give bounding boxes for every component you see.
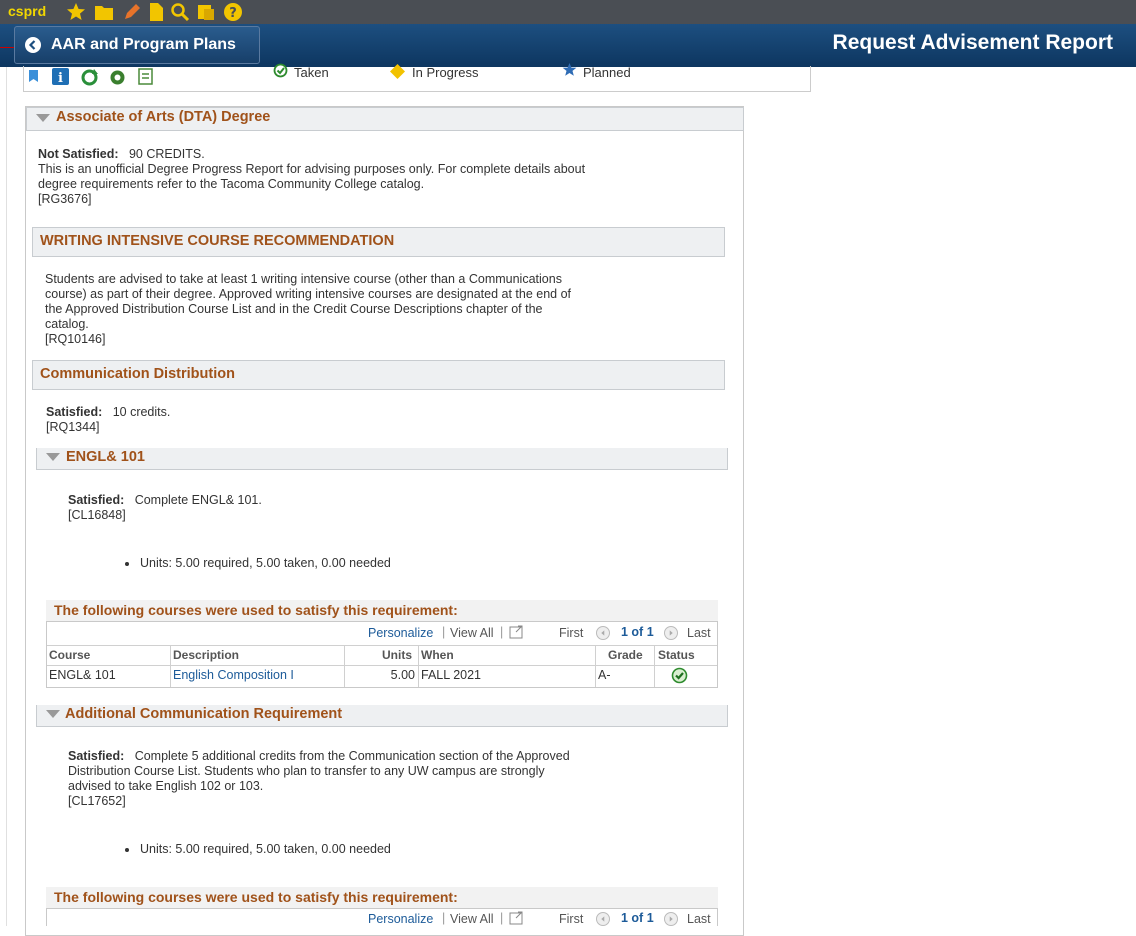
bookmark-icon[interactable] (25, 68, 43, 86)
gear-icon[interactable] (108, 68, 127, 87)
left-border (6, 67, 7, 926)
col-units[interactable]: Units (382, 648, 412, 662)
app-name: csprd (8, 3, 47, 19)
engl-status: Satisfied: Complete ENGL& 101. (68, 493, 262, 508)
star-icon[interactable] (66, 2, 86, 22)
addl-title: Additional Communication Requirement (65, 706, 343, 722)
comm-status-label: Satisfied: (46, 405, 103, 419)
back-button[interactable]: AAR and Program Plans (14, 26, 260, 64)
personalize-link[interactable]: Personalize (368, 912, 433, 926)
svg-text:?: ? (229, 6, 237, 21)
legend-planned: Planned (583, 65, 631, 80)
divider (0, 47, 14, 48)
addl-status-label: Satisfied: (68, 749, 125, 763)
prev-page-icon[interactable] (596, 626, 610, 640)
writing-line2: course) as part of their degree. Approve… (45, 287, 572, 301)
grid1-title: The following courses were used to satis… (54, 602, 458, 618)
in-progress-icon (390, 64, 405, 79)
separator: | (442, 911, 446, 925)
grid2-title: The following courses were used to satis… (54, 889, 458, 905)
writing-line3: the Approved Distribution Course List an… (45, 302, 543, 316)
degree-desc-line1: This is an unofficial Degree Progress Re… (38, 162, 586, 176)
addl-line2: Distribution Course List. Students who p… (68, 764, 545, 778)
addl-line3: advised to take English 102 or 103. (68, 779, 264, 793)
taken-icon (273, 63, 288, 78)
col-description[interactable]: Description (173, 648, 239, 662)
col-grade[interactable]: Grade (608, 648, 643, 662)
writing-code: [RQ10146] (45, 332, 106, 346)
engl-status-value: Complete ENGL& 101. (134, 493, 262, 507)
zoom-grid-icon[interactable] (509, 625, 525, 640)
page-indicator: 1 of 1 (621, 911, 654, 925)
separator: | (442, 625, 446, 639)
refresh-icon[interactable] (80, 68, 99, 87)
engl-code: [CL16848] (68, 508, 126, 522)
degree-desc-line2: degree requirements refer to the Tacoma … (38, 177, 425, 191)
view-all-link[interactable]: View All (450, 626, 494, 640)
table-row: ENGL& 101 English Composition I 5.00 FAL… (47, 665, 717, 687)
comm-status: Satisfied: 10 credits. (46, 405, 170, 420)
first-link[interactable]: First (559, 912, 583, 926)
document-icon[interactable] (146, 2, 166, 22)
prev-page-icon[interactable] (596, 912, 610, 926)
writing-title: WRITING INTENSIVE COURSE RECOMMENDATION (40, 233, 395, 249)
pencil-icon[interactable] (122, 2, 142, 22)
engl-status-label: Satisfied: (68, 493, 125, 507)
last-link[interactable]: Last (687, 912, 711, 926)
svg-text:i: i (58, 71, 63, 86)
cell-when: FALL 2021 (421, 668, 482, 682)
zoom-grid-icon[interactable] (509, 911, 525, 926)
degree-status: Not Satisfied: 90 CREDITS. (38, 147, 205, 162)
legend-taken: Taken (294, 65, 329, 80)
cell-grade: A- (598, 668, 611, 682)
cell-description-link[interactable]: English Composition I (173, 668, 294, 682)
bullet (125, 848, 129, 852)
next-page-icon[interactable] (664, 912, 678, 926)
col-course[interactable]: Course (49, 648, 90, 662)
info-icon[interactable]: i (51, 67, 70, 86)
separator: | (500, 911, 504, 925)
col-when[interactable]: When (421, 648, 454, 662)
bullet (125, 562, 129, 566)
engl-title: ENGL& 101 (66, 449, 145, 465)
page-indicator: 1 of 1 (621, 625, 654, 639)
degree-code: [RG3676] (38, 192, 92, 206)
writing-line4: catalog. (45, 317, 89, 331)
view-all-link[interactable]: View All (450, 912, 494, 926)
degree-title: Associate of Arts (DTA) Degree (56, 109, 271, 125)
notes-icon[interactable] (196, 2, 216, 22)
first-link[interactable]: First (559, 626, 583, 640)
folder-icon[interactable] (94, 2, 114, 22)
chevron-left-icon (25, 37, 41, 53)
last-link[interactable]: Last (687, 626, 711, 640)
addl-line1: Complete 5 additional credits from the C… (134, 749, 570, 763)
collapse-triangle-icon[interactable] (46, 710, 60, 718)
comm-title: Communication Distribution (40, 366, 235, 382)
comm-status-value: 10 credits. (112, 405, 171, 419)
cell-course: ENGL& 101 (49, 668, 116, 682)
personalize-link[interactable]: Personalize (368, 626, 433, 640)
comm-code: [RQ1344] (46, 420, 100, 434)
collapse-triangle-icon[interactable] (46, 453, 60, 461)
page-title: Request Advisement Report (832, 31, 1113, 54)
report-icon[interactable] (137, 67, 155, 86)
cell-units: 5.00 (390, 668, 415, 682)
degree-status-label: Not Satisfied: (38, 147, 119, 161)
search-icon[interactable] (170, 2, 190, 22)
engl-units: Units: 5.00 required, 5.00 taken, 0.00 n… (140, 556, 391, 570)
degree-status-value: 90 CREDITS. (128, 147, 205, 161)
legend-in-progress: In Progress (412, 65, 479, 80)
addl-units: Units: 5.00 required, 5.00 taken, 0.00 n… (140, 842, 391, 856)
next-page-icon[interactable] (664, 626, 678, 640)
back-button-label: AAR and Program Plans (51, 36, 236, 53)
writing-line1: Students are advised to take at least 1 … (45, 272, 562, 286)
taken-check-icon (671, 667, 688, 684)
separator: | (500, 625, 504, 639)
col-status[interactable]: Status (658, 648, 695, 662)
collapse-triangle-icon[interactable] (36, 114, 50, 122)
addl-code: [CL17652] (68, 794, 126, 808)
planned-icon (562, 63, 577, 76)
addl-status: Satisfied: Complete 5 additional credits… (68, 749, 570, 764)
help-icon[interactable]: ? (223, 2, 243, 22)
